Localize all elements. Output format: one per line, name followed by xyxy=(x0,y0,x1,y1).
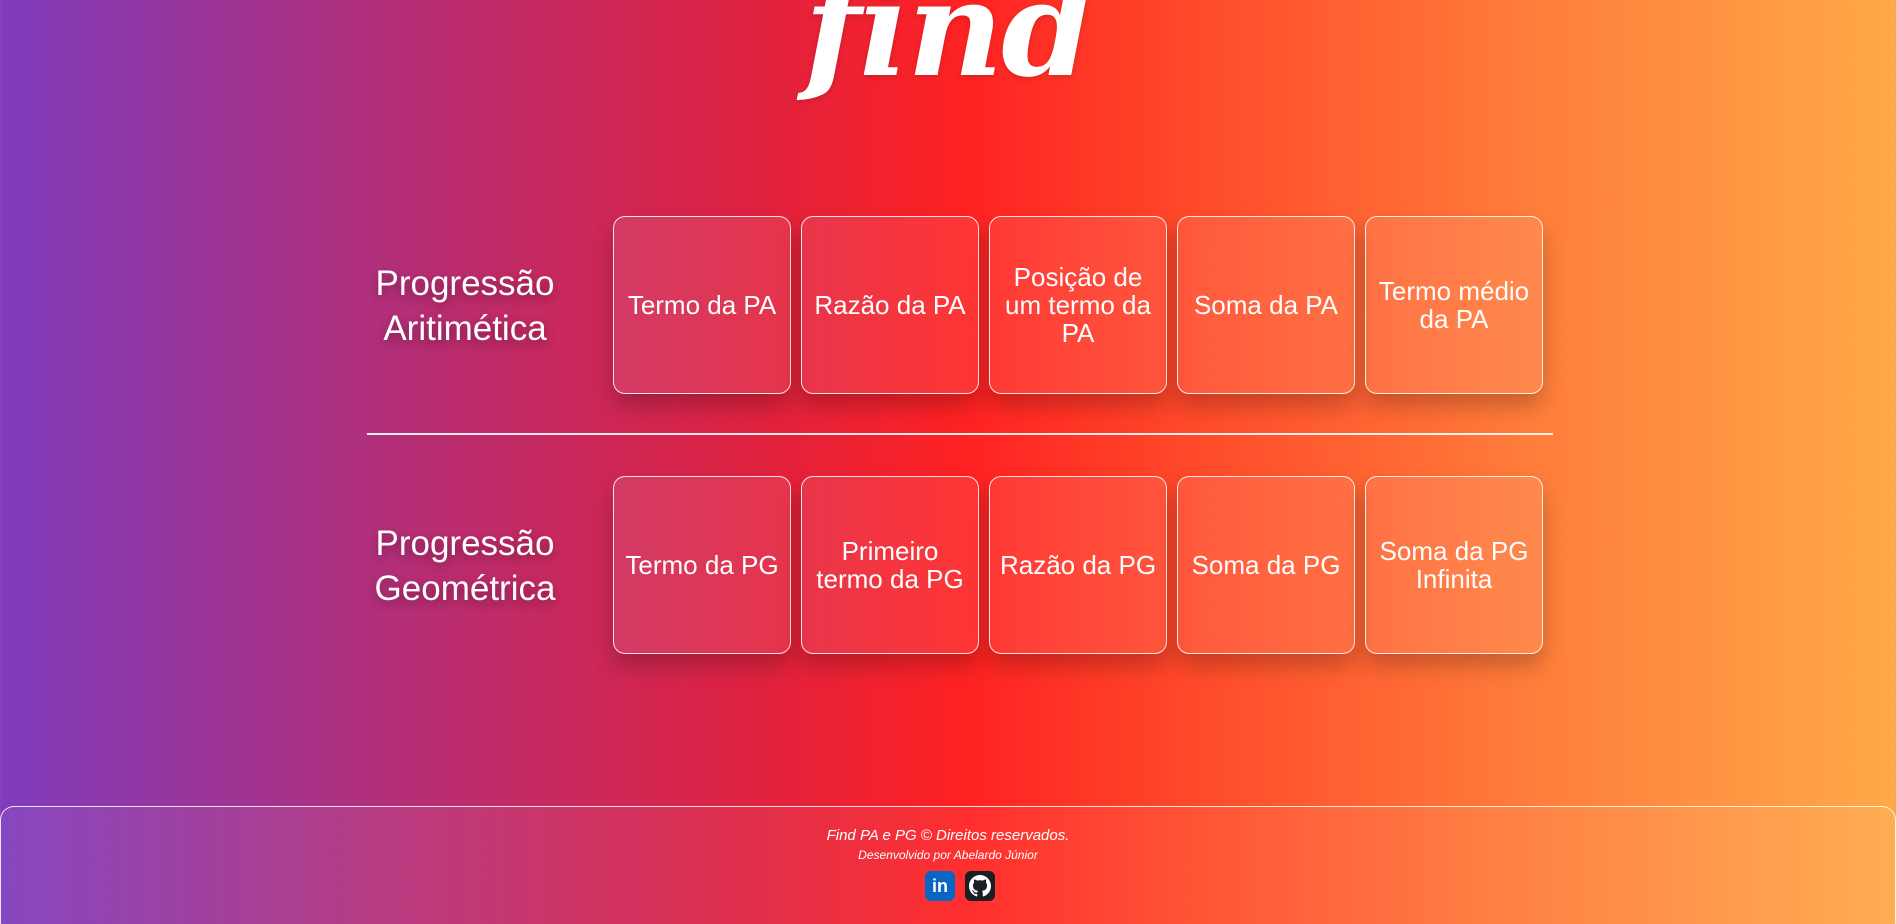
footer: Find PA e PG © Direitos reservados. Dese… xyxy=(0,806,1896,924)
geometric-title: Progressão Geométrica xyxy=(374,524,556,608)
geometric-section: Progressão Geométrica Termo da PG Primei… xyxy=(367,476,1553,656)
geometric-cards: Termo da PG Primeiro termo da PG Razão d… xyxy=(613,476,1543,654)
card-termo-medio-pa[interactable]: Termo médio da PA xyxy=(1365,216,1543,394)
arithmetic-title: Progressão Aritimética xyxy=(375,264,555,348)
card-soma-pg-infinita[interactable]: Soma da PG Infinita xyxy=(1365,476,1543,654)
github-icon[interactable] xyxy=(965,871,995,901)
github-icon-glyph xyxy=(969,875,991,897)
arithmetic-cards: Termo da PA Razão da PA Posição de um te… xyxy=(613,216,1543,394)
card-termo-pa[interactable]: Termo da PA xyxy=(613,216,791,394)
logo: find xyxy=(804,0,1093,107)
card-soma-pa[interactable]: Soma da PA xyxy=(1177,216,1355,394)
card-razao-pg[interactable]: Razão da PG xyxy=(989,476,1167,654)
footer-developer: Desenvolvido por Abelardo Júnior xyxy=(858,848,1038,862)
card-razao-pa[interactable]: Razão da PA xyxy=(801,216,979,394)
card-soma-pg[interactable]: Soma da PG xyxy=(1177,476,1355,654)
card-primeiro-termo-pg[interactable]: Primeiro termo da PG xyxy=(801,476,979,654)
social-links: in xyxy=(925,871,995,901)
arithmetic-section: Progressão Aritimética Termo da PA Razão… xyxy=(367,216,1553,396)
linkedin-icon[interactable]: in xyxy=(925,871,955,901)
section-divider xyxy=(367,433,1553,435)
card-posicao-termo-pa[interactable]: Posição de um termo da PA xyxy=(989,216,1167,394)
card-termo-pg[interactable]: Termo da PG xyxy=(613,476,791,654)
footer-copyright: Find PA e PG © Direitos reservados. xyxy=(826,827,1070,844)
